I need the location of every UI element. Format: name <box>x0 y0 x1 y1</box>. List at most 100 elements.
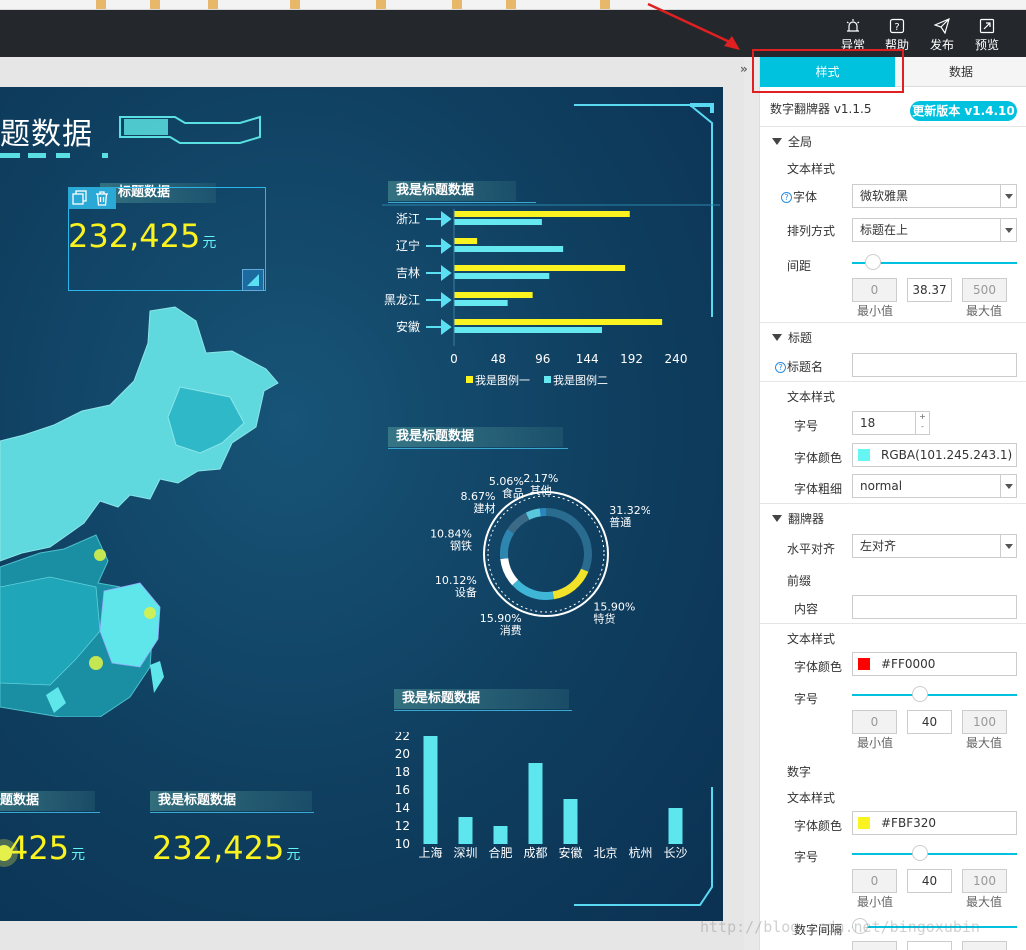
title-color-input[interactable]: RGBA(101.245.243.1) <box>852 443 1017 467</box>
title-dash <box>0 153 20 158</box>
prefix-color-input[interactable]: #FF0000 <box>852 652 1017 676</box>
flip-widget-br-title-text: 我是标题数据 <box>158 793 237 808</box>
number-spacing-max-input <box>962 941 1007 950</box>
column-category-label: 合肥 <box>488 845 512 860</box>
section-global[interactable]: 全局 <box>772 133 812 150</box>
column-category-label: 成都 <box>523 846 547 860</box>
title-size-stepper[interactable]: 18 + - <box>852 411 930 435</box>
bar-marker-icon <box>426 292 452 308</box>
tab-data[interactable]: 数据 <box>895 57 1026 87</box>
number-spacing-value-input[interactable] <box>907 941 952 950</box>
prefix-text-style-label: 文本样式 <box>787 632 836 646</box>
flip-widget-br-number: 232,425 <box>152 829 285 867</box>
question-icon[interactable]: ? <box>781 192 792 203</box>
bar-chart-title-text: 我是标题数据 <box>396 183 475 198</box>
bar-chart-title: 我是标题数据 <box>388 181 516 201</box>
question-icon[interactable]: ? <box>775 362 786 373</box>
title-text-style-label: 文本样式 <box>787 390 836 404</box>
stepper-arrows-icon[interactable]: + - <box>915 412 929 434</box>
prefix-color-value: #FF0000 <box>881 657 936 671</box>
ring-slice <box>500 557 519 586</box>
title-name-label: ? 标题名 <box>775 358 823 375</box>
flip-widget-bl-title: 题数据 <box>0 791 95 811</box>
title-underline <box>388 448 568 449</box>
section-title[interactable]: 标题 <box>772 329 812 346</box>
ring-slice <box>512 579 554 600</box>
divider <box>760 623 1026 624</box>
prefix-color-swatch[interactable] <box>858 658 870 670</box>
legend-label: 我是图例二 <box>553 373 608 387</box>
toolbar-preview-button[interactable]: 预览 <box>967 18 1007 53</box>
column-category-label: 安徽 <box>558 845 582 860</box>
number-size-slider-knob[interactable] <box>912 845 928 861</box>
collapse-triangle-icon <box>772 515 782 522</box>
column-bar <box>563 799 578 844</box>
max-caption: 最大值 <box>966 304 1003 318</box>
layout-select[interactable]: 标题在上 <box>852 218 1017 242</box>
bar-category-label: 吉林 <box>396 266 420 280</box>
align-select[interactable]: 左对齐 <box>852 534 1017 558</box>
column-tick-label: 10 <box>395 837 410 851</box>
title-color-swatch[interactable] <box>858 449 870 461</box>
title-size-label: 字号 <box>794 419 819 433</box>
number-color-swatch[interactable] <box>858 817 870 829</box>
ring-slice-label: 消费 <box>500 623 522 637</box>
toolbar-publish-button[interactable]: 发布 <box>922 18 962 53</box>
font-select[interactable]: 微软雅黑 <box>852 184 1017 208</box>
column-chart-title: 我是标题数据 <box>394 689 569 709</box>
prefix-size-slider-knob[interactable] <box>912 686 928 702</box>
number-color-label: 字体颜色 <box>794 819 843 833</box>
column-tick-label: 22 <box>395 732 410 743</box>
column-bar <box>528 763 543 844</box>
alarm-icon <box>846 19 860 32</box>
toolbar-exception-button[interactable]: 异常 <box>833 18 873 53</box>
number-size-max-input: 100 <box>962 869 1007 893</box>
title-name-label-text: 标题名 <box>787 360 824 374</box>
column-tick-label: 18 <box>395 765 410 779</box>
min-caption: 最小值 <box>857 895 894 909</box>
ring-chart-title: 我是标题数据 <box>388 427 563 447</box>
trash-icon[interactable] <box>94 190 110 206</box>
horizontal-bar-chart: 浙江辽宁吉林黑龙江安徽 0 48 96 144 192 240 我是图例一 我是图例二 <box>384 209 688 387</box>
bar-tick-label: 240 <box>665 352 688 366</box>
title-weight-select[interactable]: normal <box>852 474 1017 498</box>
ring-slice <box>500 529 515 560</box>
copy-icon[interactable] <box>72 190 88 206</box>
bar-category-label: 辽宁 <box>396 238 420 253</box>
send-icon <box>934 18 950 34</box>
toolbar-help-button[interactable]: ? 帮助 <box>877 18 917 53</box>
prefix-content-input[interactable] <box>852 595 1017 619</box>
spacing-slider-knob[interactable] <box>865 254 881 270</box>
column-category-label: 长沙 <box>663 846 687 860</box>
update-version-button[interactable]: 更新版本 v1.4.10 <box>910 101 1017 121</box>
title-color-value: RGBA(101.245.243.1) <box>881 448 1013 462</box>
ring-slice <box>545 508 592 572</box>
flip-widget-br-value: 232,425 元 <box>152 829 300 867</box>
bar-tick-label: 0 <box>450 352 458 366</box>
title-name-input[interactable] <box>852 353 1017 377</box>
bar-mark <box>454 219 542 225</box>
bar-mark <box>454 300 508 306</box>
title-dash <box>102 153 108 158</box>
title-dash <box>28 153 46 158</box>
max-caption: 最大值 <box>966 736 1003 750</box>
bar-category-label: 黑龙江 <box>384 293 420 307</box>
help-icon: ? <box>889 18 905 34</box>
number-size-value-input[interactable]: 40 <box>907 869 952 893</box>
prefix-size-value-input[interactable]: 40 <box>907 710 952 734</box>
prefix-size-slider-track[interactable] <box>852 694 1017 696</box>
number-color-input[interactable]: #FBF320 <box>852 811 1017 835</box>
spacing-value-input[interactable]: 38.37 <box>907 278 952 302</box>
column-bar <box>668 808 683 844</box>
number-size-slider-track[interactable] <box>852 853 1017 855</box>
max-caption: 最大值 <box>966 895 1003 909</box>
widget-toolbar <box>68 187 116 209</box>
divider <box>760 381 1026 382</box>
expand-icon <box>979 18 995 34</box>
font-select-value: 微软雅黑 <box>860 189 909 203</box>
global-text-style-label: 文本样式 <box>787 162 836 176</box>
annotation-arrow <box>647 2 740 50</box>
flip-widget-br-unit: 元 <box>286 847 301 863</box>
section-flipper[interactable]: 翻牌器 <box>772 510 824 527</box>
bar-tick-label: 96 <box>535 352 550 366</box>
